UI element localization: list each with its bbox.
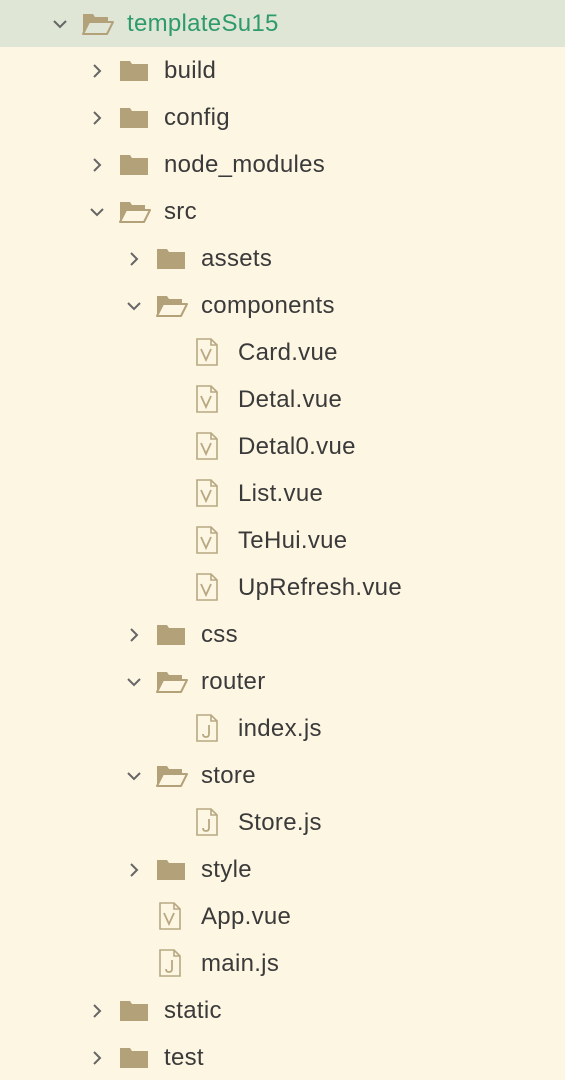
vue-file-icon (195, 479, 219, 512)
tree-item-label: templateSu15 (127, 10, 279, 37)
tree-item-label: style (201, 856, 252, 883)
chevron-right-icon[interactable] (87, 999, 107, 1023)
tree-item-node-modules[interactable]: node_modules (0, 141, 565, 188)
folder-icon (119, 1045, 149, 1074)
tree-item-list-vue[interactable]: List.vue (0, 470, 565, 517)
tree-item-label: css (201, 621, 238, 648)
tree-item-store[interactable]: store (0, 752, 565, 799)
tree-item-label: Card.vue (238, 339, 338, 366)
vue-file-icon (158, 902, 182, 935)
tree-item-test[interactable]: test (0, 1034, 565, 1080)
tree-item-app-vue[interactable]: App.vue (0, 893, 565, 940)
tree-item-label: build (164, 57, 217, 84)
chevron-right-icon[interactable] (87, 153, 107, 177)
tree-item-label: main.js (201, 950, 280, 977)
vue-file-icon (195, 432, 219, 465)
folder-icon (119, 58, 149, 87)
folder-icon (119, 105, 149, 134)
chevron-right-icon[interactable] (87, 59, 107, 83)
folder-icon (119, 152, 149, 181)
tree-item-src[interactable]: src (0, 188, 565, 235)
tree-item-router[interactable]: router (0, 658, 565, 705)
tree-item-label: config (164, 104, 230, 131)
folder-icon (156, 622, 186, 651)
tree-item-store-js[interactable]: Store.js (0, 799, 565, 846)
tree-item-uprefresh-vue[interactable]: UpRefresh.vue (0, 564, 565, 611)
chevron-down-icon[interactable] (87, 200, 107, 224)
tree-item-build[interactable]: build (0, 47, 565, 94)
tree-item-index-js[interactable]: index.js (0, 705, 565, 752)
tree-item-static[interactable]: static (0, 987, 565, 1034)
file-explorer-tree: templateSu15 build config node_modules s… (0, 0, 565, 1080)
tree-item-label: Store.js (238, 809, 322, 836)
tree-item-label: List.vue (238, 480, 324, 507)
root-folder-templatesu15[interactable]: templateSu15 (0, 0, 565, 47)
tree-item-components[interactable]: components (0, 282, 565, 329)
folder-icon (156, 857, 186, 886)
tree-item-label: store (201, 762, 256, 789)
chevron-down-icon[interactable] (50, 12, 70, 36)
tree-item-label: UpRefresh.vue (238, 574, 402, 601)
chevron-right-icon[interactable] (124, 858, 144, 882)
tree-item-detal-vue[interactable]: Detal.vue (0, 376, 565, 423)
tree-item-css[interactable]: css (0, 611, 565, 658)
chevron-right-icon[interactable] (87, 106, 107, 130)
js-file-icon (158, 949, 182, 982)
folder-open-icon (82, 11, 114, 40)
tree-item-assets[interactable]: assets (0, 235, 565, 282)
vue-file-icon (195, 573, 219, 606)
tree-item-label: Detal.vue (238, 386, 343, 413)
tree-item-style[interactable]: style (0, 846, 565, 893)
tree-item-label: components (201, 292, 335, 319)
tree-item-label: Detal0.vue (238, 433, 356, 460)
vue-file-icon (195, 385, 219, 418)
tree-item-label: test (164, 1044, 204, 1071)
folder-open-icon (156, 669, 188, 698)
folder-open-icon (119, 199, 151, 228)
tree-item-label: src (164, 198, 197, 225)
js-file-icon (195, 714, 219, 747)
tree-item-label: static (164, 997, 222, 1024)
folder-icon (156, 246, 186, 275)
tree-item-label: node_modules (164, 151, 326, 178)
folder-icon (119, 998, 149, 1027)
js-file-icon (195, 808, 219, 841)
folder-open-icon (156, 763, 188, 792)
vue-file-icon (195, 526, 219, 559)
tree-item-main-js[interactable]: main.js (0, 940, 565, 987)
chevron-right-icon[interactable] (124, 623, 144, 647)
folder-open-icon (156, 293, 188, 322)
chevron-down-icon[interactable] (124, 294, 144, 318)
tree-item-tehui-vue[interactable]: TeHui.vue (0, 517, 565, 564)
tree-item-config[interactable]: config (0, 94, 565, 141)
tree-item-label: index.js (238, 715, 322, 742)
tree-item-label: assets (201, 245, 273, 272)
chevron-down-icon[interactable] (124, 764, 144, 788)
chevron-down-icon[interactable] (124, 670, 144, 694)
chevron-right-icon[interactable] (124, 247, 144, 271)
vue-file-icon (195, 338, 219, 371)
tree-item-label: router (201, 668, 266, 695)
tree-item-label: App.vue (201, 903, 292, 930)
tree-item-card-vue[interactable]: Card.vue (0, 329, 565, 376)
tree-item-label: TeHui.vue (238, 527, 348, 554)
tree-item-detal0-vue[interactable]: Detal0.vue (0, 423, 565, 470)
chevron-right-icon[interactable] (87, 1046, 107, 1070)
